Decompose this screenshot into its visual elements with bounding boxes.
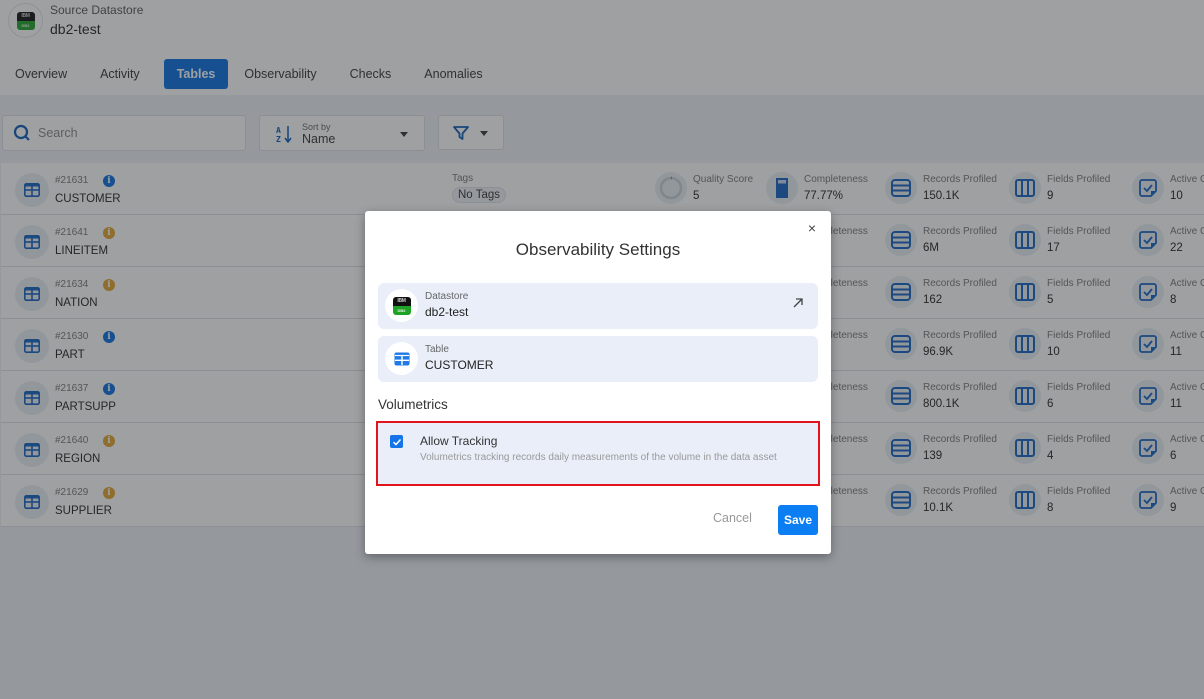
- allow-tracking-option[interactable]: Allow Tracking Volumetrics tracking reco…: [376, 421, 820, 486]
- table-value: CUSTOMER: [425, 358, 494, 372]
- checkmark-icon: [392, 438, 401, 446]
- external-link-icon[interactable]: [792, 297, 804, 309]
- table-label: Table: [425, 344, 449, 355]
- allow-tracking-description: Volumetrics tracking records daily measu…: [420, 452, 777, 463]
- allow-tracking-label: Allow Tracking: [420, 434, 498, 448]
- observability-settings-modal: × Observability Settings IBM DB2 Datasto…: [365, 211, 831, 554]
- datastore-value: db2-test: [425, 305, 469, 319]
- datastore-logo: IBM DB2: [385, 289, 418, 322]
- table-icon: [394, 352, 409, 365]
- table-card: Table CUSTOMER: [378, 336, 818, 382]
- close-icon[interactable]: ×: [805, 221, 819, 235]
- save-button[interactable]: Save: [778, 505, 818, 535]
- modal-title: Observability Settings: [515, 240, 681, 259]
- allow-tracking-checkbox[interactable]: [390, 435, 403, 448]
- datastore-label: Datastore: [425, 291, 469, 302]
- ibm-db2-icon: IBM DB2: [392, 296, 411, 315]
- datastore-card: IBM DB2 Datastore db2-test: [378, 283, 818, 329]
- cancel-button[interactable]: Cancel: [713, 511, 752, 525]
- volumetrics-heading: Volumetrics: [378, 397, 448, 412]
